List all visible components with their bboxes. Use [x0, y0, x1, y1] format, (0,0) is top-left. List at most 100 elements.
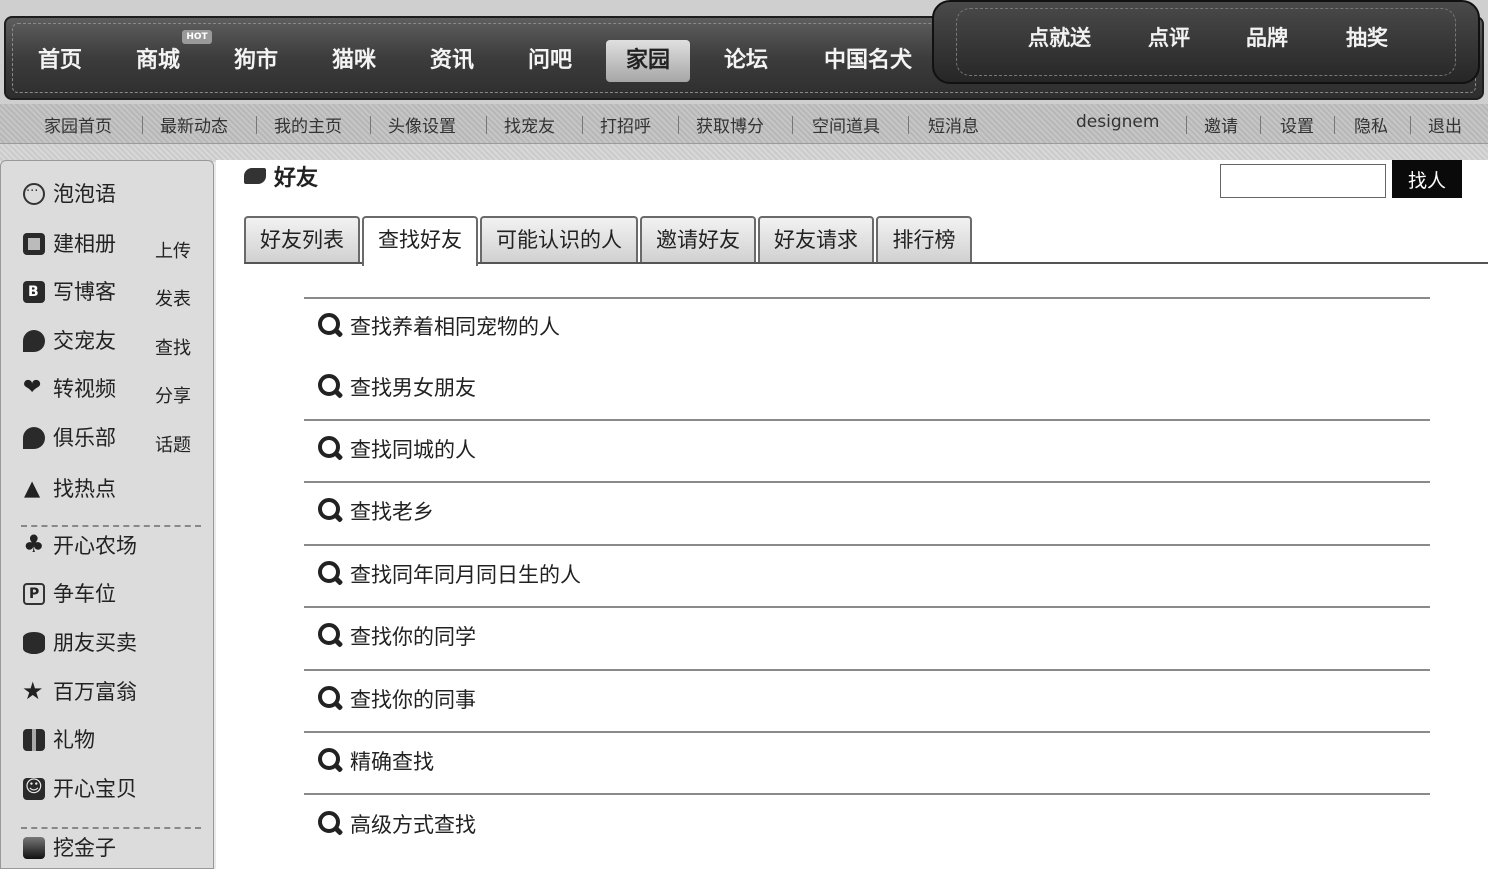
sidebar-item-label: 开心宝贝: [53, 777, 137, 801]
tab-people-you-may-know[interactable]: 可能认识的人: [480, 216, 638, 264]
search-icon: [318, 811, 344, 837]
find-option-label: 查找同城的人: [350, 438, 476, 462]
subnav-logout[interactable]: 退出: [1428, 112, 1462, 137]
subnav-invite[interactable]: 邀请: [1204, 112, 1238, 137]
sidebar-item-label: 俱乐部: [53, 426, 116, 450]
nav-news[interactable]: 资讯: [430, 40, 474, 82]
find-option-label: 查找养着相同宠物的人: [350, 315, 560, 339]
sidebar-item-bubble[interactable]: 泡泡语: [23, 177, 116, 209]
sub-nav: 家园首页 最新动态 我的主页 头像设置 找宠友 打招呼 获取博分 空间道具 短消…: [0, 104, 1488, 144]
separator: [1186, 116, 1187, 134]
tab-invite-friends[interactable]: 邀请好友: [640, 216, 756, 264]
subnav-points[interactable]: 获取博分: [696, 112, 764, 137]
coins-icon: [23, 632, 45, 654]
search-icon: [318, 436, 344, 462]
find-option-label: 查找你的同学: [350, 625, 476, 649]
pet-friends-find-link[interactable]: 查找: [155, 334, 191, 360]
sidebar-item-album[interactable]: 建相册: [23, 229, 116, 259]
club-topic-link[interactable]: 话题: [155, 431, 191, 457]
find-option-hometown[interactable]: 查找老乡: [304, 480, 1430, 542]
nav-qa[interactable]: 问吧: [528, 40, 572, 82]
sidebar-item-baby[interactable]: 开心宝贝: [23, 772, 137, 804]
sidebar-item-hot[interactable]: 找热点: [23, 473, 116, 504]
sidebar-item-label: 建相册: [53, 232, 116, 256]
sidebar-item-video[interactable]: 转视频: [23, 373, 116, 404]
sidebar-item-label: 交宠友: [53, 329, 116, 353]
username-link[interactable]: designem: [1076, 112, 1159, 132]
handshake-icon: [244, 168, 266, 184]
sidebar-item-gifts[interactable]: 礼物: [23, 725, 95, 755]
nav-dog-market[interactable]: 狗市: [234, 40, 278, 82]
sidebar: 泡泡语 建相册 上传 写博客 发表 交宠友 查找 转视频 分享 俱乐部 话题 找…: [0, 160, 214, 869]
main-content: 好友 找人 好友列表 查找好友 可能认识的人 邀请好友 好友请求 排行榜 查找养…: [216, 160, 1488, 869]
subnav-home[interactable]: 家园首页: [44, 112, 112, 137]
subnav-my-page[interactable]: 我的主页: [274, 112, 342, 137]
search-icon: [318, 313, 344, 339]
separator: [370, 116, 371, 134]
album-upload-link[interactable]: 上传: [155, 237, 191, 263]
promo-review[interactable]: 点评: [1148, 22, 1190, 52]
search-icon: [318, 748, 344, 774]
blog-publish-link[interactable]: 发表: [155, 285, 191, 311]
find-option-classmates[interactable]: 查找你的同学: [304, 605, 1430, 667]
separator: [256, 116, 257, 134]
sidebar-item-label: 礼物: [53, 728, 95, 752]
speech-bubble-icon: [23, 177, 45, 207]
subnav-messages[interactable]: 短消息: [928, 112, 979, 137]
subnav-greet[interactable]: 打招呼: [600, 112, 651, 137]
find-option-label: 查找你的同事: [350, 688, 476, 712]
sidebar-item-trade[interactable]: 朋友买卖: [23, 628, 137, 658]
promo-lottery[interactable]: 抽奖: [1346, 22, 1388, 52]
photo-album-icon: [23, 233, 45, 255]
find-option-same-pet[interactable]: 查找养着相同宠物的人: [304, 295, 1430, 357]
find-option-same-city[interactable]: 查找同城的人: [304, 418, 1430, 480]
nav-home-space[interactable]: 家园: [606, 40, 691, 82]
sidebar-item-label: 开心农场: [53, 534, 137, 558]
sidebar-item-farm[interactable]: 开心农场: [23, 529, 137, 561]
sidebar-item-parking[interactable]: 争车位: [23, 579, 116, 609]
find-option-exact[interactable]: 精确查找: [304, 730, 1430, 792]
subnav-find-pet-friend[interactable]: 找宠友: [504, 112, 555, 137]
separator: [1334, 116, 1335, 134]
promo-nav: 点就送 点评 品牌 抽奖: [932, 0, 1480, 84]
separator: [678, 116, 679, 134]
promo-gift[interactable]: 点就送: [1028, 22, 1091, 52]
nav-forum[interactable]: 论坛: [724, 40, 768, 82]
subnav-props[interactable]: 空间道具: [812, 112, 880, 137]
fire-icon: [23, 473, 45, 503]
find-option-label: 精确查找: [350, 750, 434, 774]
video-share-link[interactable]: 分享: [155, 382, 191, 408]
sidebar-item-label: 泡泡语: [53, 182, 116, 206]
tab-friend-requests[interactable]: 好友请求: [758, 216, 874, 264]
separator: [582, 116, 583, 134]
nav-famous-dogs[interactable]: 中国名犬: [824, 40, 912, 82]
find-option-label: 查找老乡: [350, 500, 434, 524]
nav-home[interactable]: 首页: [38, 40, 82, 82]
search-input[interactable]: [1220, 164, 1386, 198]
subnav-avatar[interactable]: 头像设置: [388, 112, 456, 137]
pin-icon: [23, 427, 45, 449]
sidebar-item-blog[interactable]: 写博客: [23, 277, 116, 307]
subnav-settings[interactable]: 设置: [1280, 112, 1314, 137]
promo-brand[interactable]: 品牌: [1246, 22, 1288, 52]
heart-icon: [23, 373, 45, 403]
sidebar-item-millionaire[interactable]: 百万富翁: [22, 676, 137, 707]
find-people-button[interactable]: 找人: [1392, 160, 1462, 198]
tab-ranking[interactable]: 排行榜: [876, 216, 972, 264]
find-option-same-birthday[interactable]: 查找同年同月同日生的人: [304, 543, 1430, 605]
separator: [1260, 116, 1261, 134]
nav-cats[interactable]: 猫咪: [332, 40, 376, 82]
tab-friend-list[interactable]: 好友列表: [244, 216, 360, 264]
find-option-colleagues[interactable]: 查找你的同事: [304, 668, 1430, 730]
sidebar-item-club[interactable]: 俱乐部: [23, 423, 116, 453]
find-option-advanced[interactable]: 高级方式查找: [304, 793, 1430, 855]
sidebar-item-label: 朋友买卖: [53, 631, 137, 655]
sidebar-item-pet-friends[interactable]: 交宠友: [23, 326, 116, 356]
tab-find-friends[interactable]: 查找好友: [362, 216, 478, 266]
subnav-privacy[interactable]: 隐私: [1354, 112, 1388, 137]
nav-mall[interactable]: 商城: [136, 40, 180, 82]
sidebar-item-gold[interactable]: 挖金子: [23, 833, 116, 863]
find-option-partner[interactable]: 查找男女朋友: [304, 356, 1430, 418]
gift-icon: [23, 729, 45, 751]
subnav-latest[interactable]: 最新动态: [160, 112, 228, 137]
